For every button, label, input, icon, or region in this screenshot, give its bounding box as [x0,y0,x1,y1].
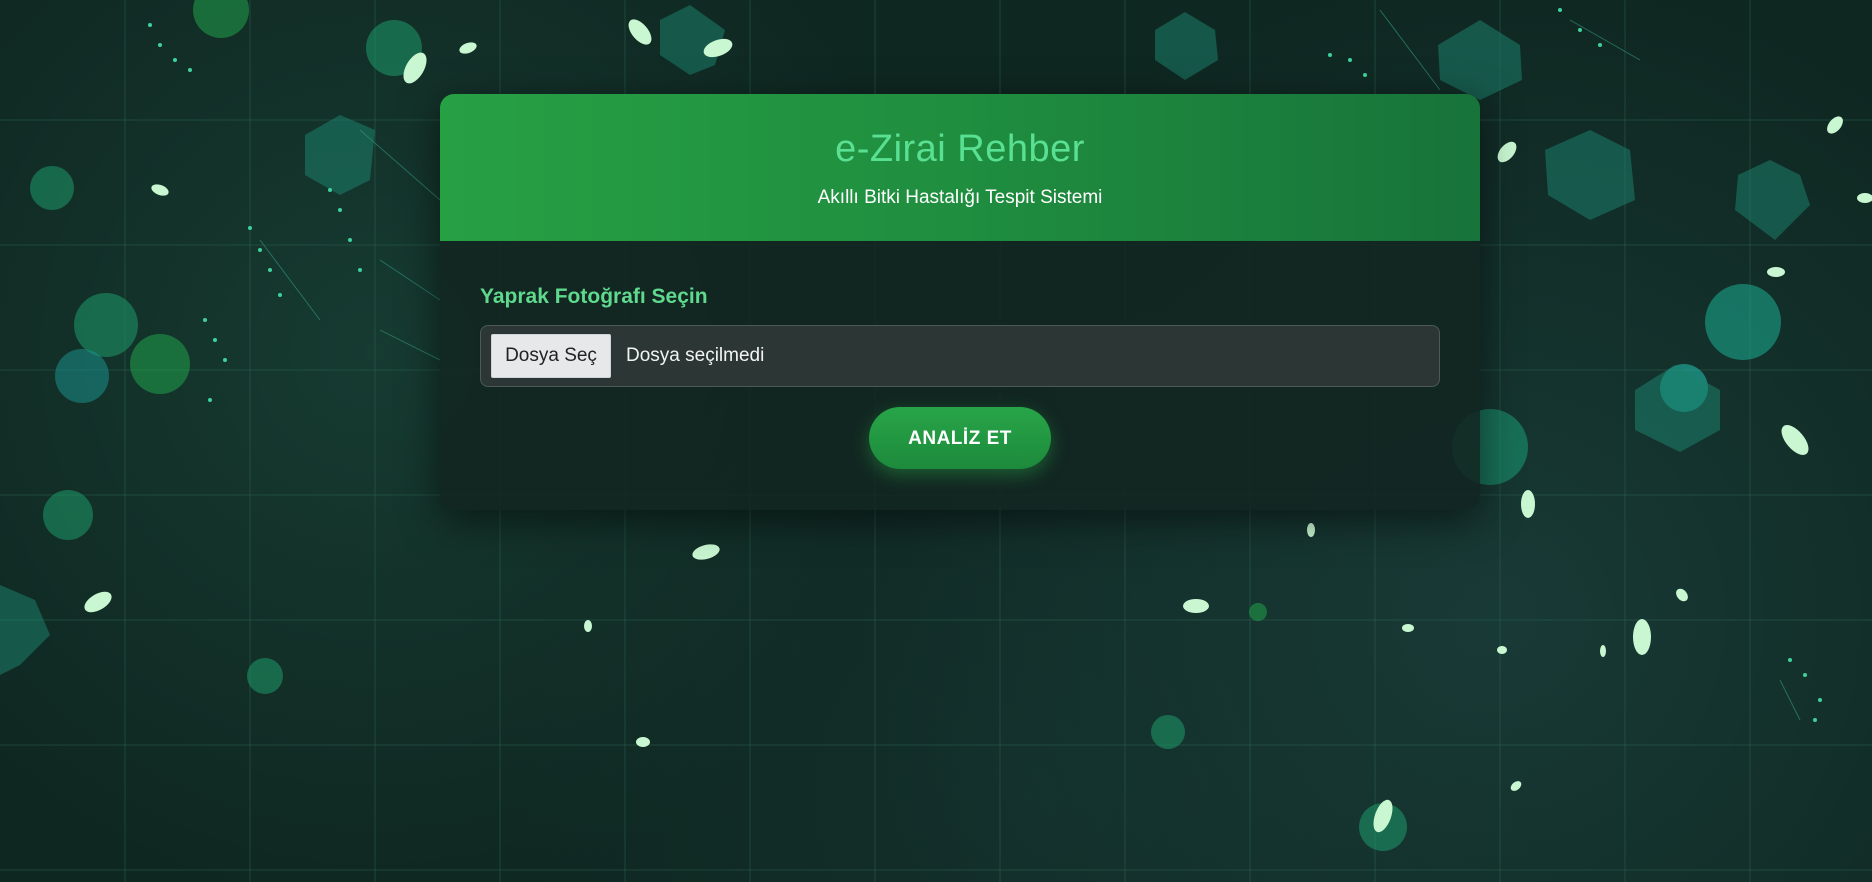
app-subtitle: Akıllı Bitki Hastalığı Tespit Sistemi [817,187,1103,208]
analyze-button[interactable]: ANALİZ ET [869,407,1051,469]
file-status-text: Dosya seçilmedi [626,345,765,366]
card-header: e-Zirai Rehber Akıllı Bitki Hastalığı Te… [440,94,1480,241]
analysis-card: e-Zirai Rehber Akıllı Bitki Hastalığı Te… [440,94,1480,510]
upload-form: Yaprak Fotoğrafı Seçin Dosya Seç Dosya s… [440,241,1480,469]
submit-row: ANALİZ ET [480,407,1440,469]
choose-file-button[interactable]: Dosya Seç [491,334,611,378]
app-title: e-Zirai Rehber [835,128,1085,170]
photo-field-label: Yaprak Fotoğrafı Seçin [480,285,708,308]
file-input[interactable]: Dosya Seç Dosya seçilmedi [480,325,1440,387]
